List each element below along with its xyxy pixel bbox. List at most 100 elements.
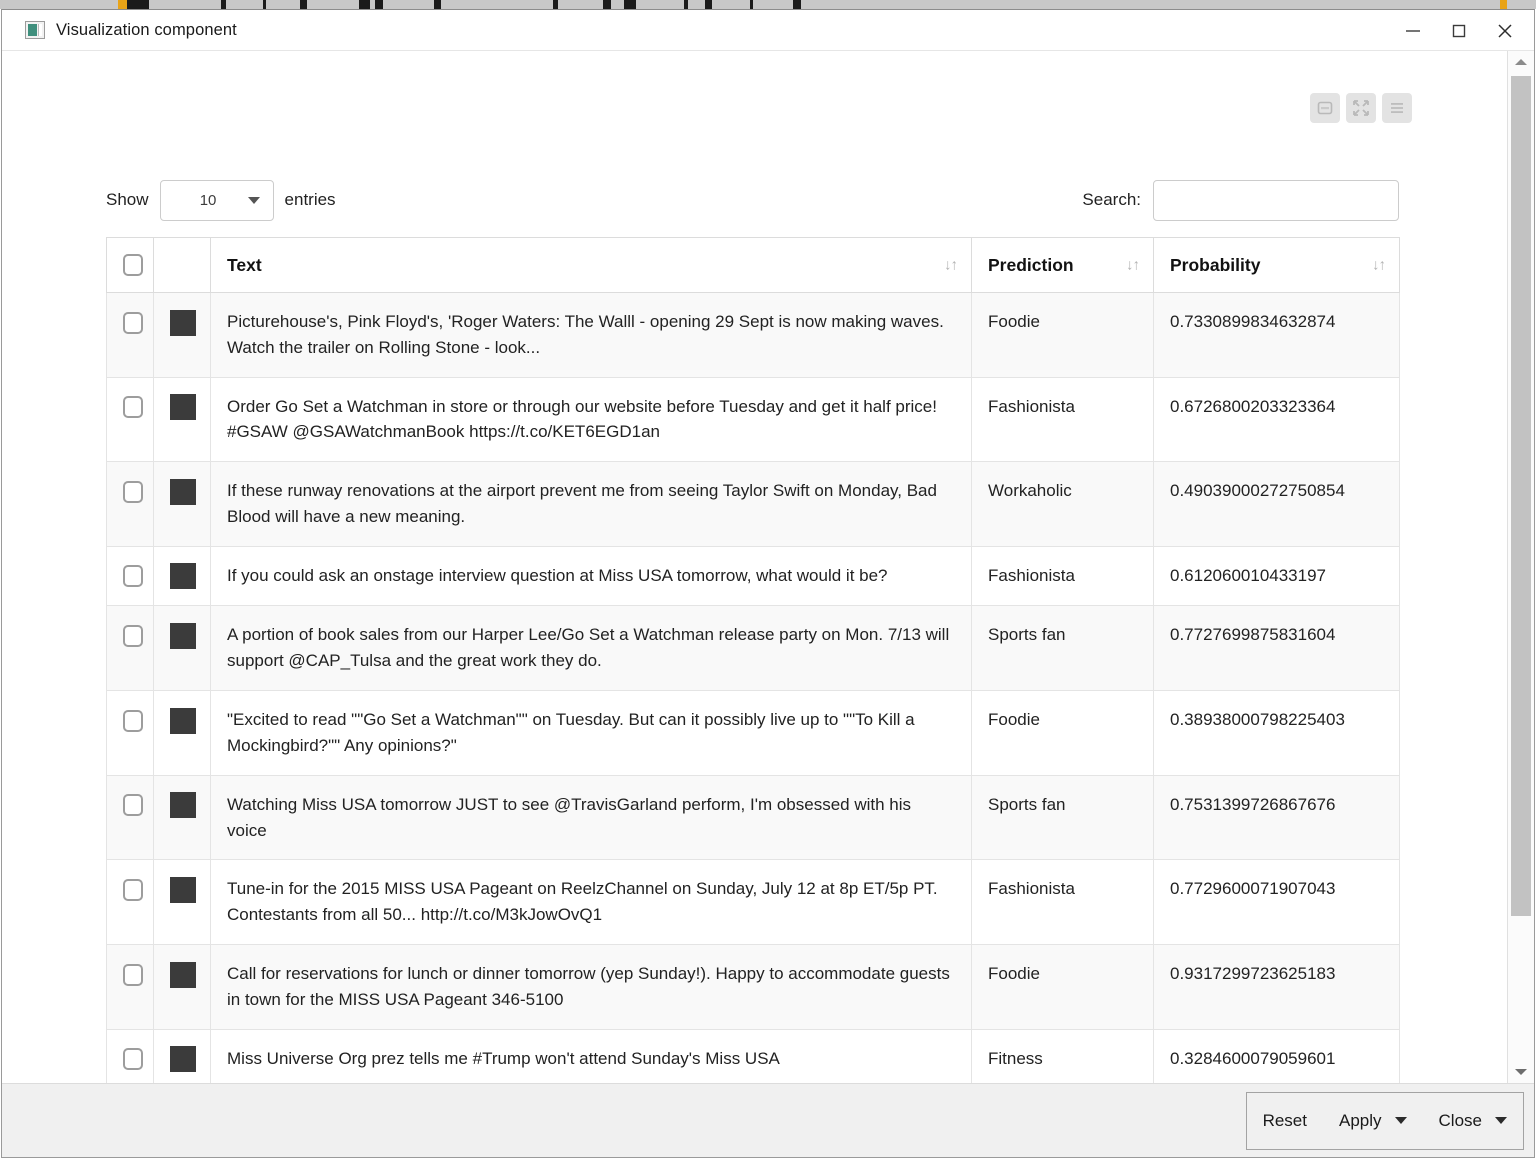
row-checkbox[interactable] (123, 1048, 143, 1071)
row-color-cell (153, 605, 211, 692)
apply-dropdown-icon[interactable] (1394, 1117, 1407, 1124)
row-prediction-cell: Workaholic (971, 461, 1154, 547)
background-window-strip (0, 0, 1536, 9)
sort-icon-prediction[interactable]: ↓↑ (1126, 257, 1140, 274)
row-probability-cell: 0.3284600079059601 (1153, 1028, 1400, 1083)
row-probability-cell: 0.38938000798225403 (1153, 690, 1400, 776)
entries-label: entries (284, 190, 336, 209)
row-prediction-cell: Foodie (971, 944, 1154, 1030)
search-input[interactable] (1153, 179, 1399, 221)
row-checkbox[interactable] (123, 396, 143, 419)
table-row[interactable]: Call for reservations for lunch or dinne… (106, 944, 1400, 1030)
menu-button[interactable] (1382, 93, 1412, 123)
table-row[interactable]: Miss Universe Org prez tells me #Trump w… (106, 1028, 1400, 1083)
table-row[interactable]: Order Go Set a Watchman in store or thro… (106, 376, 1400, 463)
table-row[interactable]: Tune-in for the 2015 MISS USA Pageant on… (106, 859, 1400, 946)
row-select-cell[interactable] (106, 1028, 154, 1083)
scrollbar-track[interactable] (1507, 73, 1534, 1061)
color-swatch-icon (170, 961, 196, 988)
fullscreen-button[interactable] (1346, 93, 1376, 123)
table-row[interactable]: If these runway renovations at the airpo… (106, 461, 1400, 547)
row-select-cell[interactable] (106, 944, 154, 1030)
scrollbar-thumb[interactable] (1510, 76, 1531, 916)
app-window-icon (25, 21, 45, 39)
row-checkbox[interactable] (123, 625, 143, 647)
row-select-cell[interactable] (106, 690, 154, 776)
row-select-cell[interactable] (106, 376, 154, 463)
minimize-icon[interactable] (1390, 10, 1436, 51)
apply-button[interactable]: Apply (1323, 1093, 1423, 1149)
window-body: Show 10 entries Search: Text ↓↑ Predicti… (2, 51, 1534, 1083)
column-header-probability[interactable]: Probability ↓↑ (1153, 237, 1400, 293)
row-color-cell (153, 859, 211, 946)
menu-icon (1388, 99, 1406, 117)
color-swatch-icon (170, 478, 196, 505)
table-row[interactable]: If you could ask an onstage interview qu… (106, 545, 1400, 607)
row-prediction-cell: Sports fan (971, 605, 1154, 692)
table-row[interactable]: Watching Miss USA tomorrow JUST to see @… (106, 774, 1400, 861)
color-swatch-icon (170, 707, 196, 734)
scroll-up-icon[interactable] (1507, 51, 1534, 73)
table-row[interactable]: "Excited to read ""Go Set a Watchman"" o… (106, 690, 1400, 776)
row-checkbox[interactable] (123, 480, 143, 503)
window-controls (1390, 10, 1528, 51)
entries-select-value: 10 (199, 191, 217, 209)
close-icon[interactable] (1482, 10, 1528, 51)
chevron-down-icon (247, 196, 260, 204)
row-text-cell: Watching Miss USA tomorrow JUST to see @… (210, 774, 972, 861)
sort-icon-probability[interactable]: ↓↑ (1372, 257, 1386, 274)
apply-button-label: Apply (1339, 1110, 1382, 1130)
row-select-cell[interactable] (106, 461, 154, 547)
entries-select[interactable]: 10 (159, 179, 274, 221)
row-color-cell (153, 774, 211, 861)
scroll-down-icon[interactable] (1507, 1061, 1534, 1083)
window-footer: Reset Apply Close (2, 1083, 1534, 1157)
sort-icon-text[interactable]: ↓↑ (944, 257, 958, 274)
vertical-scrollbar[interactable] (1507, 51, 1534, 1083)
maximize-icon[interactable] (1436, 10, 1482, 51)
select-all-header[interactable] (106, 237, 154, 293)
row-text-cell: If these runway renovations at the airpo… (210, 461, 972, 547)
row-probability-cell: 0.49039000272750854 (1153, 461, 1400, 547)
row-checkbox[interactable] (123, 709, 143, 732)
footer-button-group: Reset Apply Close (1245, 1091, 1524, 1150)
row-select-cell[interactable] (106, 774, 154, 861)
reset-button[interactable]: Reset (1247, 1093, 1323, 1149)
row-select-cell[interactable] (106, 859, 154, 946)
row-color-cell (153, 690, 211, 776)
color-swatch-icon (170, 309, 196, 336)
results-table: Text ↓↑ Prediction ↓↑ Probability ↓↑ Pic… (106, 237, 1400, 1083)
row-text-cell: If you could ask an onstage interview qu… (210, 545, 972, 607)
row-prediction-cell: Fashionista (971, 859, 1154, 946)
collapse-button[interactable] (1310, 93, 1340, 123)
color-swatch-icon (170, 394, 196, 421)
row-select-cell[interactable] (106, 605, 154, 692)
row-checkbox[interactable] (123, 565, 143, 588)
table-row[interactable]: Picturehouse's, Pink Floyd's, 'Roger Wat… (106, 292, 1400, 378)
row-checkbox[interactable] (123, 878, 143, 901)
row-prediction-cell: Foodie (971, 292, 1154, 378)
row-text-cell: Miss Universe Org prez tells me #Trump w… (210, 1028, 972, 1083)
row-prediction-cell: Sports fan (971, 774, 1154, 861)
column-header-prediction[interactable]: Prediction ↓↑ (971, 237, 1154, 293)
row-probability-cell: 0.7531399726867676 (1153, 774, 1400, 861)
row-text-cell: "Excited to read ""Go Set a Watchman"" o… (210, 690, 972, 776)
row-checkbox[interactable] (123, 794, 143, 817)
row-prediction-cell: Fitness (971, 1028, 1154, 1083)
table-header-row: Text ↓↑ Prediction ↓↑ Probability ↓↑ (106, 237, 1400, 293)
select-all-checkbox[interactable] (123, 254, 143, 277)
fullscreen-icon (1352, 99, 1370, 117)
row-select-cell[interactable] (106, 292, 154, 378)
collapse-icon (1316, 99, 1334, 117)
column-header-text[interactable]: Text ↓↑ (210, 237, 972, 293)
row-select-cell[interactable] (106, 545, 154, 607)
close-dropdown-icon[interactable] (1495, 1117, 1507, 1124)
row-color-cell (153, 461, 211, 547)
color-swatch-icon (170, 1046, 196, 1073)
table-row[interactable]: A portion of book sales from our Harper … (106, 605, 1400, 692)
row-checkbox[interactable] (123, 963, 143, 986)
color-swatch-icon (170, 792, 196, 819)
color-swatch-icon (170, 563, 196, 590)
close-button[interactable]: Close (1423, 1093, 1523, 1149)
row-checkbox[interactable] (123, 311, 143, 334)
